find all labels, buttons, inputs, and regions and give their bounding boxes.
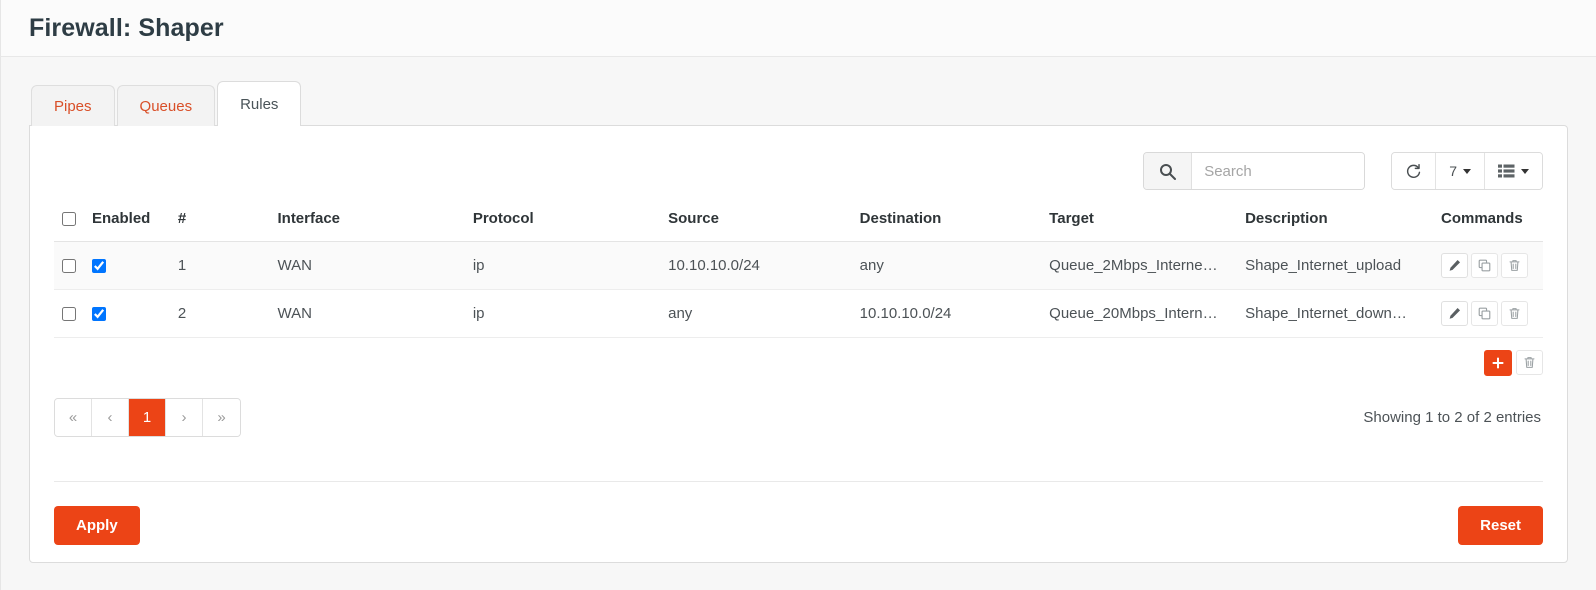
header-number: # [169, 204, 270, 242]
plus-icon[interactable] [1484, 350, 1512, 376]
tab-rules-label: Rules [240, 95, 279, 113]
header-source: Source [660, 204, 852, 242]
row-destination: 10.10.10.0/24 [851, 289, 1042, 338]
pagination: « ‹ 1 › » [54, 398, 241, 437]
row-commands-cell [1432, 241, 1543, 290]
row-source: 10.10.10.0/24 [660, 241, 852, 290]
row-description: Shape_Internet_upload [1237, 241, 1433, 290]
row-commands [1440, 253, 1535, 278]
tab-rules[interactable]: Rules [217, 81, 302, 126]
pagination-prev[interactable]: ‹ [92, 399, 129, 436]
content-area: Pipes Queues Rules Search 7 Enabled # In… [0, 57, 1596, 590]
showing-entries-text: Showing 1 to 2 of 2 entries [1363, 409, 1541, 426]
pagination-page-1[interactable]: 1 [129, 399, 166, 436]
row-enabled-checkbox[interactable] [92, 307, 106, 322]
rules-panel: 7 [29, 125, 1568, 563]
rules-table: Enabled # Interface Protocol Source Dest… [54, 204, 1543, 338]
column-selector-dropdown[interactable] [1485, 153, 1542, 189]
search-group [1143, 152, 1366, 190]
delete-selected-icon[interactable] [1516, 350, 1543, 375]
rules-table-body: 1 WAN ip 10.10.10.0/24 any Queue_2Mbps_I… [54, 241, 1543, 338]
row-protocol: ip [464, 241, 661, 290]
tab-bar: Pipes Queues Rules [31, 81, 1568, 126]
row-select-checkbox[interactable] [62, 307, 76, 322]
rules-table-head: Enabled # Interface Protocol Source Dest… [54, 204, 1543, 242]
header-description: Description [1237, 204, 1433, 242]
header-interface: Interface [269, 204, 465, 242]
tab-queues-label: Queues [139, 97, 193, 115]
row-destination: any [851, 241, 1042, 290]
header-enabled: Enabled [84, 204, 170, 242]
chevron-down-icon [1521, 168, 1529, 174]
page-root: Firewall: Shaper Pipes Queues Rules Sear… [0, 0, 1596, 590]
header-select-all [54, 204, 84, 242]
copy-icon[interactable] [1470, 253, 1498, 278]
pagination-row: « ‹ 1 › » Showing 1 to 2 of 2 entries [54, 376, 1543, 437]
row-target: Queue_2Mbps_Interne… [1041, 241, 1238, 290]
pagination-first[interactable]: « [55, 399, 92, 436]
header-target: Target [1041, 204, 1238, 242]
row-target-text: Queue_2Mbps_Interne… [1049, 257, 1218, 274]
row-enabled-cell [84, 289, 170, 338]
select-all-checkbox[interactable] [62, 212, 76, 227]
page-titlebar: Firewall: Shaper [0, 0, 1596, 57]
pagination-next[interactable]: › [166, 399, 203, 436]
search-icon[interactable] [1144, 153, 1193, 189]
trash-icon[interactable] [1500, 253, 1528, 278]
panel-footer: Apply Reset [54, 482, 1543, 545]
tab-pipes-label: Pipes [54, 97, 92, 115]
header-protocol: Protocol [464, 204, 661, 242]
row-commands [1440, 301, 1535, 326]
pencil-icon[interactable] [1440, 253, 1468, 278]
tab-pipes[interactable]: Pipes [31, 85, 115, 126]
page-title: Firewall: Shaper [29, 13, 224, 42]
row-number: 2 [169, 289, 270, 338]
copy-icon[interactable] [1470, 301, 1498, 326]
pencil-icon[interactable] [1440, 301, 1468, 326]
row-protocol: ip [464, 289, 661, 338]
table-row[interactable]: 1 WAN ip 10.10.10.0/24 any Queue_2Mbps_I… [54, 241, 1543, 290]
header-commands: Commands [1432, 204, 1543, 242]
row-enabled-cell [84, 241, 170, 290]
row-description: Shape_Internet_down… [1237, 289, 1433, 338]
reset-button[interactable]: Reset [1458, 506, 1543, 545]
tab-queues[interactable]: Queues [116, 85, 216, 126]
row-select-cell [54, 241, 84, 290]
table-controls-group: 7 [1391, 152, 1543, 190]
row-number: 1 [169, 241, 270, 290]
row-description-text: Shape_Internet_down… [1245, 305, 1407, 322]
table-row[interactable]: 2 WAN ip any 10.10.10.0/24 Queue_20Mbps_… [54, 289, 1543, 338]
table-toolbar: 7 [54, 126, 1543, 204]
row-select-cell [54, 289, 84, 338]
row-enabled-checkbox[interactable] [92, 259, 106, 274]
row-target: Queue_20Mbps_Intern… [1041, 289, 1238, 338]
trash-icon[interactable] [1500, 301, 1528, 326]
table-header-row: Enabled # Interface Protocol Source Dest… [54, 204, 1543, 242]
row-interface: WAN [269, 241, 465, 290]
apply-button[interactable]: Apply [54, 506, 140, 545]
page-size-dropdown[interactable]: 7 [1436, 153, 1485, 189]
row-select-checkbox[interactable] [62, 259, 76, 274]
chevron-down-icon [1463, 168, 1471, 174]
row-target-text: Queue_20Mbps_Intern… [1049, 305, 1218, 322]
row-interface: WAN [269, 289, 465, 338]
row-description-text: Shape_Internet_upload [1245, 257, 1402, 274]
row-commands-cell [1432, 289, 1543, 338]
pagination-last[interactable]: » [203, 399, 240, 436]
header-destination: Destination [851, 204, 1042, 242]
row-source: any [660, 289, 852, 338]
page-size-value: 7 [1449, 163, 1457, 179]
columns-list-icon [1498, 164, 1515, 178]
table-row-actions [54, 338, 1543, 376]
search-input[interactable] [1192, 153, 1365, 189]
refresh-icon[interactable] [1392, 153, 1437, 189]
